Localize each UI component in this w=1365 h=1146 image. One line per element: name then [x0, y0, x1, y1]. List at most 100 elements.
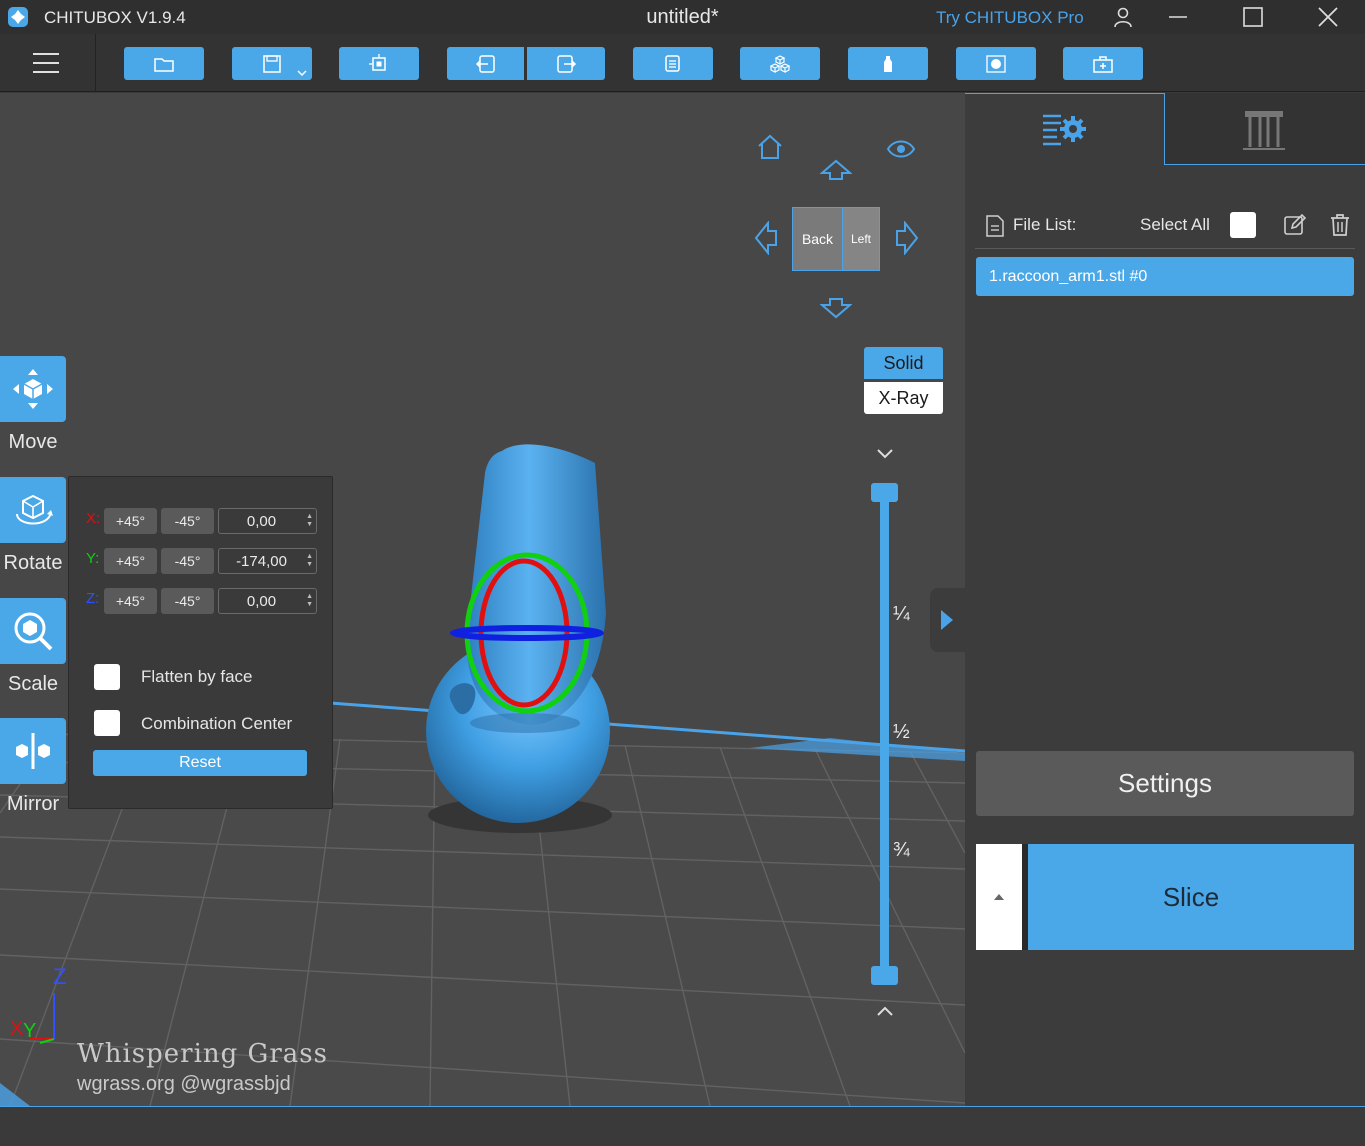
save-icon [263, 54, 281, 73]
move-tool-label: Move [8, 431, 58, 453]
solid-mode-button[interactable]: Solid [864, 347, 943, 379]
y-axis-indicator-label: Y [23, 1020, 37, 1042]
panel-collapse-handle[interactable] [930, 588, 965, 652]
edit-icon[interactable] [1283, 213, 1307, 237]
chitubox-logo-icon [8, 7, 28, 27]
list-gear-icon [1043, 114, 1086, 146]
layer-slider-top-handle[interactable] [871, 483, 898, 502]
z-plus-45-button[interactable]: +45° [104, 588, 157, 614]
y-minus-45-button[interactable]: -45° [161, 548, 214, 574]
file-list-divider [975, 248, 1355, 249]
move-tool-button[interactable] [0, 356, 66, 422]
view-down-arrow-icon[interactable] [820, 297, 852, 319]
chevron-down-icon [297, 70, 307, 77]
z-minus-45-button[interactable]: -45° [161, 588, 214, 614]
trash-icon[interactable] [1328, 213, 1352, 237]
hamburger-menu-icon[interactable] [32, 51, 60, 75]
triangle-right-icon [941, 610, 953, 630]
y-axis-label: Y: [86, 550, 100, 567]
select-all-checkbox[interactable] [1230, 212, 1256, 238]
flatten-by-face-checkbox[interactable] [94, 664, 120, 690]
view-right-arrow-icon[interactable] [895, 221, 919, 255]
slice-button[interactable]: Slice [1028, 844, 1354, 950]
x-minus-45-button[interactable]: -45° [161, 508, 214, 534]
slider-three-quarter-mark: ¾ [893, 839, 910, 861]
auto-layout-button[interactable] [339, 47, 419, 80]
layer-slider-bottom-handle[interactable] [871, 966, 898, 985]
slice-options-toggle[interactable] [976, 844, 1022, 950]
arrange-models-button[interactable] [740, 47, 820, 80]
open-file-button[interactable] [124, 47, 204, 80]
undo-button[interactable] [447, 47, 524, 80]
home-view-icon[interactable] [756, 133, 784, 161]
scale-tool-button[interactable] [0, 598, 66, 664]
y-rotation-input[interactable]: -174,00 ▲ ▼ [218, 548, 317, 574]
rotate-tool-label: Rotate [3, 552, 63, 574]
y-plus-45-button[interactable]: +45° [104, 548, 157, 574]
try-pro-link[interactable]: Try CHITUBOX Pro [936, 8, 1084, 28]
x-rotation-ring[interactable] [478, 558, 570, 708]
x-spinner-icon[interactable]: ▲ ▼ [306, 513, 313, 529]
undo-icon [475, 54, 495, 73]
view-left-arrow-icon[interactable] [754, 221, 778, 255]
main-toolbar [0, 34, 1365, 92]
z-axis-indicator-label: Z [53, 964, 67, 989]
x-rotation-input[interactable]: 0,00 ▲ ▼ [218, 508, 317, 534]
close-icon[interactable] [1317, 6, 1339, 28]
select-all-label: Select All [1140, 215, 1210, 234]
layer-slider-track[interactable] [880, 493, 889, 978]
z-spinner-icon[interactable]: ▲ ▼ [306, 593, 313, 609]
combination-center-checkbox[interactable] [94, 710, 120, 736]
view-cube-back-face[interactable]: Back [792, 207, 843, 271]
y-spinner-icon[interactable]: ▲ ▼ [306, 553, 313, 569]
flatten-by-face-label: Flatten by face [141, 667, 253, 686]
watermark-credit: wgrass.org @wgrassbjd [77, 1073, 291, 1095]
settings-button[interactable]: Settings [976, 751, 1354, 816]
maximize-icon[interactable] [1242, 6, 1264, 28]
mirror-icon [16, 733, 50, 769]
watermark-title: Whispering Grass [77, 1039, 328, 1069]
folder-icon [154, 57, 174, 72]
slider-down-chevron-icon[interactable] [875, 446, 895, 462]
reset-rotation-button[interactable]: Reset [93, 750, 307, 776]
slider-up-chevron-icon[interactable] [875, 1003, 895, 1019]
view-up-arrow-icon[interactable] [820, 159, 852, 181]
scale-tool-label: Scale [7, 673, 59, 695]
support-pillars-icon [1243, 111, 1285, 150]
minimize-icon[interactable] [1167, 6, 1189, 28]
rotate-tool-button[interactable] [0, 477, 66, 543]
view-cube-left-face[interactable]: Left [842, 207, 880, 271]
z-rotation-input[interactable]: 0,00 ▲ ▼ [218, 588, 317, 614]
x-axis-label: X: [86, 510, 101, 527]
duplicate-button[interactable] [633, 47, 713, 80]
save-button[interactable] [232, 47, 312, 80]
mirror-tool-button[interactable] [0, 718, 66, 784]
file-list-item[interactable]: 1.raccoon_arm1.stl #0 [976, 257, 1354, 296]
rotate-icon [16, 494, 53, 525]
hole-icon [986, 54, 1006, 73]
crop-layout-icon [369, 53, 386, 71]
status-bar [0, 1106, 1365, 1146]
dig-hole-button[interactable] [956, 47, 1036, 80]
title-bar: CHITUBOX V1.9.4 untitled* Try CHITUBOX P… [0, 0, 1365, 34]
add-support-button[interactable] [1063, 47, 1143, 80]
user-icon[interactable] [1112, 6, 1134, 28]
slider-half-mark: ½ [893, 721, 910, 743]
app-title: CHITUBOX V1.9.4 [44, 8, 186, 27]
y-rotation-value: -174,00 [236, 552, 287, 570]
tab-support-settings[interactable] [1165, 93, 1365, 165]
caret-up-icon [994, 894, 1004, 900]
x-rotation-value: 0,00 [246, 512, 277, 530]
xray-mode-button[interactable]: X-Ray [864, 382, 943, 414]
x-plus-45-button[interactable]: +45° [104, 508, 157, 534]
move-icon [13, 369, 53, 409]
3d-viewport[interactable]: Move Rotate Scale Mirror X: +45° -45° 0,… [0, 93, 965, 1106]
redo-icon [557, 54, 577, 73]
hollow-button[interactable] [848, 47, 928, 80]
rotation-gizmo[interactable] [440, 548, 615, 718]
eye-visibility-icon[interactable] [886, 137, 916, 161]
scale-icon [14, 612, 53, 651]
z-rotation-ring[interactable] [450, 625, 604, 641]
redo-button[interactable] [527, 47, 605, 80]
tab-slice-settings[interactable] [965, 93, 1165, 165]
